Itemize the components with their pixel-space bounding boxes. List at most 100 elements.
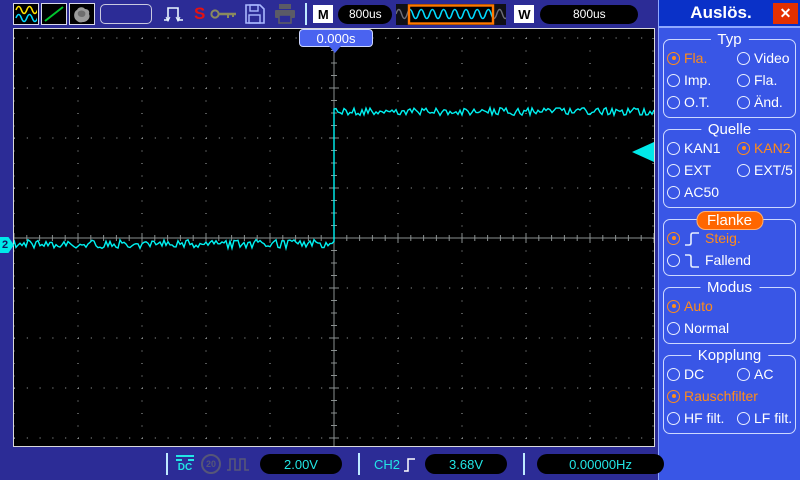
radio-option[interactable]: LF filt. [737,407,792,429]
radio-option[interactable]: Auto [667,295,792,317]
radio-label: Video [754,50,790,66]
radio-label: AC50 [684,184,719,200]
section-title: Quelle [701,121,758,138]
radio-option[interactable]: Fallend [667,249,792,271]
frequency-readout: 0.00000Hz [537,454,664,474]
radio-label: DC [684,366,704,382]
radio-option[interactable]: AC50 [667,181,737,203]
trigger-source-label: CH2 [374,457,400,472]
radio-option[interactable]: KAN2 [737,137,792,159]
trigger-position-tag[interactable]: 0.000s [299,29,373,47]
radio-label: Fallend [705,252,751,268]
scope-svg [14,29,654,446]
radio-icon [737,368,750,381]
radio-group: Auto Normal [667,295,792,339]
pulse-icon[interactable] [160,3,188,25]
radio-option[interactable]: EXT [667,159,737,181]
radio-option[interactable]: Fla. [667,47,737,69]
radio-option[interactable]: Imp. [667,69,737,91]
radio-label: EXT/5 [754,162,793,178]
radio-icon [667,390,680,403]
radio-group: DC ACRauschfilterHF filt.LF filt. [667,363,792,429]
scope-display: 0.000s [13,28,655,447]
key-icon[interactable] [209,3,239,25]
hand-button[interactable] [69,3,95,25]
radio-label: Fla. [754,72,777,88]
radio-icon [737,142,750,155]
radio-icon [737,96,750,109]
radio-group: KAN1 KAN2 EXT EXT/5 AC50 [667,137,792,203]
toolbar: S M 800us W 800us [0,0,658,28]
radio-icon [737,412,750,425]
coupling-label: DC [178,462,192,473]
main-timebase-value: 800us [338,5,392,24]
sidebar-section-modus: ModusAutoNormal [663,287,796,344]
empty-slot [100,4,152,24]
radio-option[interactable]: EXT/5 [737,159,792,181]
radio-label: Steig. [705,230,741,246]
radio-icon [737,164,750,177]
radio-icon [667,142,680,155]
trigger-menu: Auslös. ✕ TypFla.VideoImp.Fla.O.T.Änd.Qu… [658,0,800,480]
radio-option[interactable]: O.T. [667,91,737,113]
squarewave-icon [226,457,252,472]
radio-icon [667,164,680,177]
radio-label: O.T. [684,94,710,110]
separator [358,453,360,475]
vector-display-button[interactable] [41,3,67,25]
vector-line-icon [43,5,65,23]
menu-title: Auslös. [659,3,773,23]
radio-icon [667,52,680,65]
trigger-menu-titlebar: Auslös. ✕ [659,0,800,28]
print-icon[interactable] [272,3,298,25]
ch2-waveform [14,108,654,249]
separator [166,453,168,475]
radio-icon [667,74,680,87]
sidebar-section-kopplung: KopplungDCACRauschfilterHF filt.LF filt. [663,355,796,434]
channels-display-button[interactable] [13,3,39,25]
hand-icon [71,5,93,23]
radio-option[interactable]: Rauschfilter [667,385,792,407]
sidebar-sections: TypFla.VideoImp.Fla.O.T.Änd.QuelleKAN1KA… [659,39,800,434]
radio-icon [737,74,750,87]
close-button[interactable]: ✕ [773,3,798,24]
separator [305,3,307,25]
radio-group: Fla. Video Imp. Fla. O.T. Änd. [667,47,792,113]
radio-icon [667,368,680,381]
radio-icon [667,300,680,313]
radio-option[interactable]: Steig. [667,227,792,249]
radio-option[interactable]: DC [667,363,737,385]
radio-option[interactable]: AC [737,363,792,385]
trigger-level-arrow[interactable] [632,142,654,162]
section-title: Flanke [696,211,763,230]
radio-group: Steig. Fallend [667,227,792,271]
statusbar: DC 20 2.00V CH2 3.68V 0.00000Hz [0,448,658,480]
radio-icon [667,232,680,245]
radio-option[interactable]: KAN1 [667,137,737,159]
radio-option[interactable]: Normal [667,317,792,339]
radio-option[interactable]: Fla. [737,69,792,91]
radio-option[interactable]: HF filt. [667,407,737,429]
save-icon[interactable] [243,3,267,25]
sidebar-section-typ: TypFla.VideoImp.Fla.O.T.Änd. [663,39,796,118]
window-timebase-label: W [514,5,534,23]
radio-icon [667,96,680,109]
section-title: Typ [710,31,748,48]
radio-label: KAN1 [684,140,721,156]
bandwidth-limit-icon: 20 [201,454,221,474]
radio-label: Normal [684,320,729,336]
radio-label: KAN2 [754,140,791,156]
radio-option[interactable]: Änd. [737,91,792,113]
rising-edge-icon [684,229,701,248]
radio-icon [737,52,750,65]
channel2-position-marker[interactable]: 2 [0,237,14,253]
radio-icon [667,412,680,425]
s-indicator: S [194,4,205,24]
radio-label: Änd. [754,94,783,110]
dc-coupling-icon: DC [174,455,196,473]
radio-label: Fla. [684,50,707,66]
main-timebase-label: M [313,5,333,23]
horizontal-pan-window[interactable] [396,4,506,25]
radio-option[interactable]: Video [737,47,792,69]
separator [523,453,525,475]
